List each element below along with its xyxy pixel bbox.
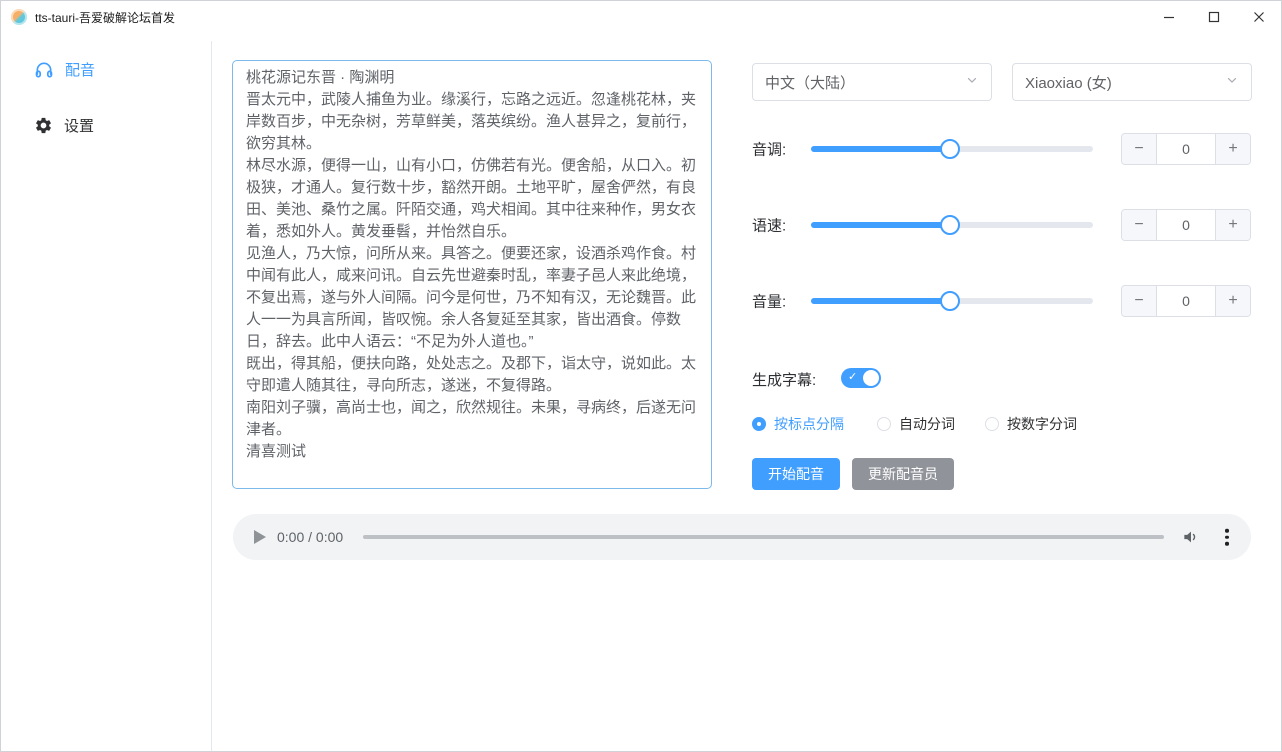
chevron-down-icon: [965, 73, 979, 91]
player-progress-bar[interactable]: [363, 535, 1164, 539]
volume-stepper: − 0 +: [1121, 285, 1251, 317]
pitch-label: 音调:: [752, 139, 786, 160]
sidebar-divider: [211, 41, 212, 751]
radio-label: 自动分词: [899, 414, 955, 434]
rate-slider[interactable]: [811, 222, 1093, 228]
radio-label: 按数字分词: [1007, 414, 1077, 434]
start-dubbing-button[interactable]: 开始配音: [752, 458, 840, 490]
player-time: 0:00 / 0:00: [277, 529, 343, 545]
chevron-down-icon: [1225, 73, 1239, 91]
speaker-select-value: Xiaoxiao (女): [1025, 72, 1112, 93]
app-window: tts-tauri-吾爱破解论坛首发 配音 设置 桃花源记东晋 · 陶渊明 晋太…: [0, 0, 1282, 752]
pitch-slider-fill: [811, 146, 950, 152]
sidebar-item-label: 配音: [65, 59, 95, 80]
sidebar-item-settings[interactable]: 设置: [34, 115, 94, 136]
play-icon: [253, 530, 266, 544]
pitch-slider[interactable]: [811, 146, 1093, 152]
radio-split-by-number[interactable]: 按数字分词: [985, 414, 1077, 434]
volume-row: 音量: − 0 +: [752, 285, 1252, 317]
radio-icon: [877, 417, 891, 431]
volume-label: 音量:: [752, 291, 786, 312]
volume-decrease-button[interactable]: −: [1122, 286, 1157, 316]
sidebar-item-dubbing[interactable]: 配音: [34, 59, 95, 80]
toggle-knob: [863, 370, 879, 386]
minimize-button[interactable]: [1146, 1, 1191, 33]
rate-increase-button[interactable]: +: [1215, 210, 1250, 240]
volume-slider-thumb[interactable]: [940, 291, 960, 311]
pitch-decrease-button[interactable]: −: [1122, 134, 1157, 164]
headphones-icon: [34, 60, 54, 80]
rate-value[interactable]: 0: [1157, 210, 1215, 240]
more-icon: [1225, 529, 1229, 533]
pitch-stepper: − 0 +: [1121, 133, 1251, 165]
window-title: tts-tauri-吾爱破解论坛首发: [35, 9, 175, 26]
radio-label: 按标点分隔: [774, 414, 844, 434]
subtitle-label: 生成字幕:: [752, 369, 816, 390]
close-button[interactable]: [1236, 1, 1281, 33]
titlebar: tts-tauri-吾爱破解论坛首发: [1, 1, 1281, 33]
volume-icon: [1181, 527, 1201, 547]
volume-value[interactable]: 0: [1157, 286, 1215, 316]
update-speakers-button[interactable]: 更新配音员: [852, 458, 954, 490]
tts-text-input[interactable]: 桃花源记东晋 · 陶渊明 晋太元中，武陵人捕鱼为业。缘溪行，忘路之远近。忽逢桃花…: [232, 60, 712, 489]
app-logo-icon: [11, 9, 27, 25]
audio-player: 0:00 / 0:00: [233, 514, 1251, 560]
play-button[interactable]: [253, 530, 266, 544]
volume-slider-fill: [811, 298, 950, 304]
rate-row: 语速: − 0 +: [752, 209, 1252, 241]
maximize-icon: [1208, 11, 1220, 23]
maximize-button[interactable]: [1191, 1, 1236, 33]
sidebar-item-label: 设置: [64, 115, 94, 136]
radio-auto-segmentation[interactable]: 自动分词: [877, 414, 955, 434]
minimize-icon: [1163, 11, 1175, 23]
volume-slider[interactable]: [811, 298, 1093, 304]
language-select[interactable]: 中文（大陆）: [752, 63, 992, 101]
subtitle-toggle[interactable]: ✓: [841, 368, 881, 388]
radio-icon: [985, 417, 999, 431]
radio-icon: [752, 417, 766, 431]
radio-split-by-punctuation[interactable]: 按标点分隔: [752, 414, 844, 434]
window-controls: [1146, 1, 1281, 33]
more-options-button[interactable]: [1221, 525, 1233, 550]
volume-increase-button[interactable]: +: [1215, 286, 1250, 316]
pitch-increase-button[interactable]: +: [1215, 134, 1250, 164]
pitch-value[interactable]: 0: [1157, 134, 1215, 164]
gear-icon: [34, 116, 53, 135]
rate-slider-thumb[interactable]: [940, 215, 960, 235]
pitch-row: 音调: − 0 +: [752, 133, 1252, 165]
check-icon: ✓: [848, 372, 857, 383]
pitch-slider-thumb[interactable]: [940, 139, 960, 159]
rate-label: 语速:: [752, 215, 786, 236]
rate-slider-fill: [811, 222, 950, 228]
rate-decrease-button[interactable]: −: [1122, 210, 1157, 240]
language-select-value: 中文（大陆）: [765, 72, 855, 93]
speaker-select[interactable]: Xiaoxiao (女): [1012, 63, 1252, 101]
rate-stepper: − 0 +: [1121, 209, 1251, 241]
volume-button[interactable]: [1181, 527, 1201, 547]
close-icon: [1253, 11, 1265, 23]
